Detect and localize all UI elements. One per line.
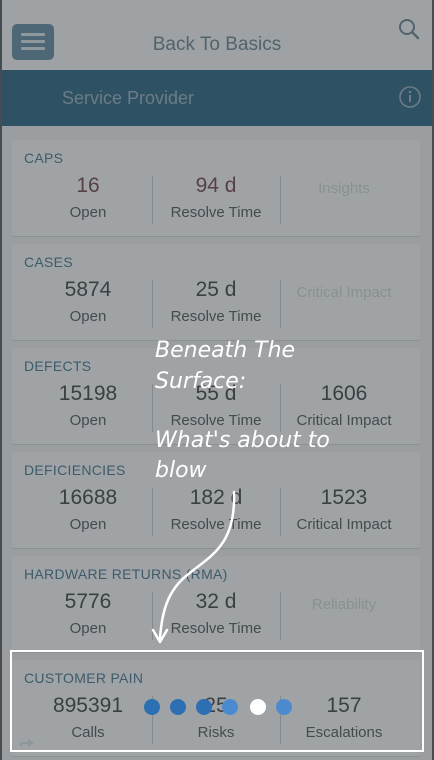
pager-dot[interactable] <box>170 699 186 715</box>
tour-arrow-icon <box>151 490 236 644</box>
tour-callout-body-line2: blow <box>155 458 207 483</box>
pager-dot-active[interactable] <box>250 699 266 715</box>
pager-dot[interactable] <box>222 699 238 715</box>
pager-dot[interactable] <box>144 699 160 715</box>
pager-dot[interactable] <box>196 699 212 715</box>
pager-dot[interactable] <box>276 699 292 715</box>
tour-callout-body-line1: What's about to <box>155 428 330 453</box>
tour-callout-title-line2: Surface: <box>155 369 247 394</box>
tour-callout-title-line1: Beneath The <box>155 338 296 363</box>
tour-pager <box>144 699 294 717</box>
share-icon[interactable] <box>18 736 36 748</box>
